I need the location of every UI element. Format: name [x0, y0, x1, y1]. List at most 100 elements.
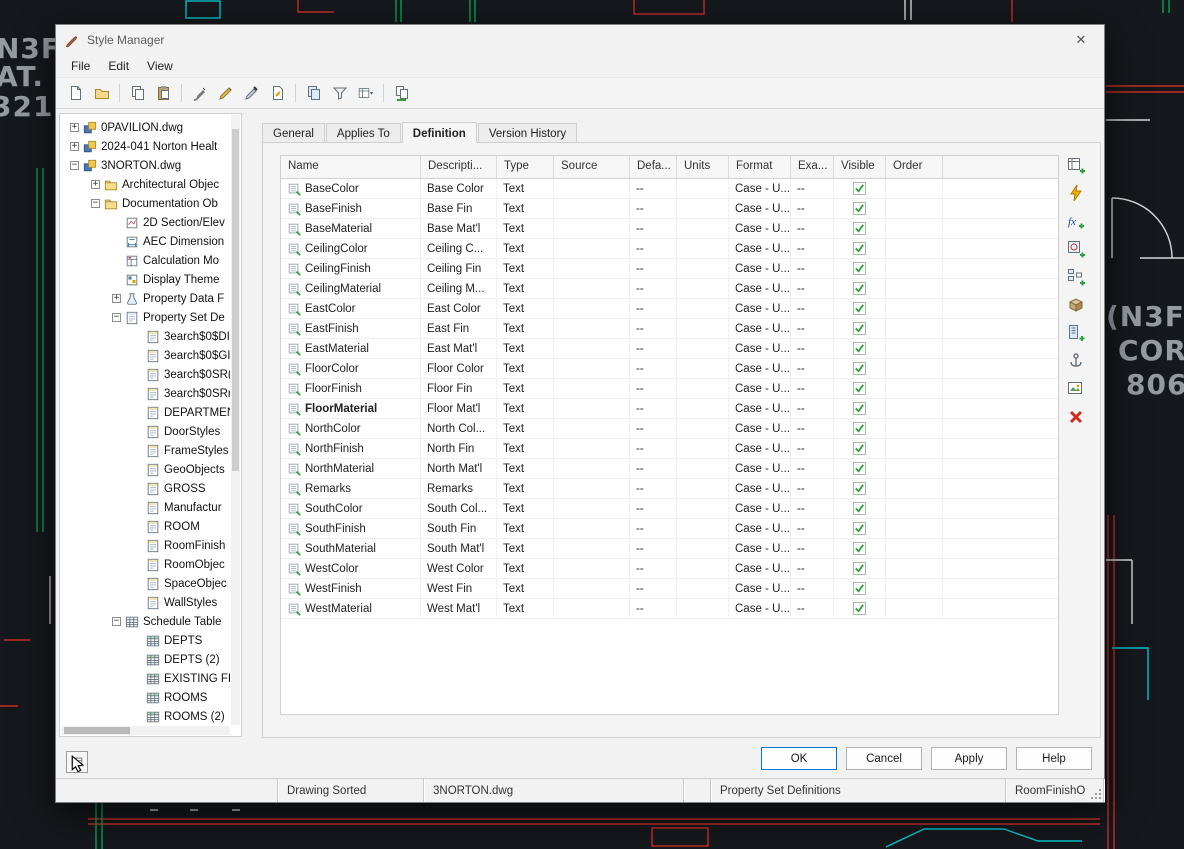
visible-checkbox[interactable]: [853, 342, 866, 355]
table-row[interactable]: SouthMaterial South Mat'l Text -- Case - U..…: [281, 539, 1058, 559]
menu-edit[interactable]: Edit: [99, 57, 138, 75]
tree-item[interactable]: DEPARTMEN: [62, 403, 230, 422]
visible-checkbox[interactable]: [853, 602, 866, 615]
tree-item[interactable]: Calculation Mo: [62, 251, 230, 270]
table-row[interactable]: NorthColor North Col... Text -- Case - U... -…: [281, 419, 1058, 439]
column-header[interactable]: Type: [497, 156, 554, 178]
tree-item[interactable]: DoorStyles: [62, 422, 230, 441]
tree-item[interactable]: ROOMS: [62, 688, 230, 707]
tree-item[interactable]: − Property Set De: [62, 308, 230, 327]
menu-view[interactable]: View: [138, 57, 182, 75]
table-row[interactable]: NorthFinish North Fin Text -- Case - U... --: [281, 439, 1058, 459]
visible-checkbox[interactable]: [853, 362, 866, 375]
editstyle-button[interactable]: [188, 82, 211, 105]
tree-item[interactable]: GROSS: [62, 479, 230, 498]
opendwg-button[interactable]: [90, 82, 113, 105]
visible-checkbox[interactable]: [853, 522, 866, 535]
remove-property-button[interactable]: [1064, 405, 1088, 428]
listview-button[interactable]: [354, 82, 377, 105]
visible-checkbox[interactable]: [853, 442, 866, 455]
visible-checkbox[interactable]: [853, 562, 866, 575]
expand-toggle[interactable]: +: [91, 180, 100, 189]
tab-applies-to[interactable]: Applies To: [325, 123, 401, 143]
ok-button[interactable]: OK: [761, 747, 837, 770]
newstyle-button[interactable]: [214, 82, 237, 105]
tree-horizontal-scrollbar[interactable]: [61, 726, 230, 735]
tree-item[interactable]: 3earch$0$GI: [62, 346, 230, 365]
tree-item[interactable]: EXISTING FII: [62, 669, 230, 688]
add-formula-property-button[interactable]: fx: [1064, 209, 1088, 232]
add-project-property-button[interactable]: [1064, 321, 1088, 344]
table-row[interactable]: BaseColor Base Color Text -- Case - U... --: [281, 179, 1058, 199]
table-row[interactable]: BaseFinish Base Fin Text -- Case - U... --: [281, 199, 1058, 219]
table-row[interactable]: SouthFinish South Fin Text -- Case - U... --: [281, 519, 1058, 539]
menu-file[interactable]: File: [62, 57, 99, 75]
collapse-toggle[interactable]: −: [91, 199, 100, 208]
visible-checkbox[interactable]: [853, 462, 866, 475]
tree-vertical-scrollbar[interactable]: [231, 115, 240, 725]
table-row[interactable]: CeilingColor Ceiling C... Text -- Case - U..…: [281, 239, 1058, 259]
table-row[interactable]: SouthColor South Col... Text -- Case - U... -…: [281, 499, 1058, 519]
tab-version-history[interactable]: Version History: [477, 123, 578, 143]
column-header[interactable]: Source: [554, 156, 630, 178]
tree-item[interactable]: − Documentation Ob: [62, 194, 230, 213]
tree-item[interactable]: 3earch$0$DI: [62, 327, 230, 346]
tree-item[interactable]: 3earch$0SRr: [62, 384, 230, 403]
add-graphic-property-button[interactable]: [1064, 377, 1088, 400]
collapse-toggle[interactable]: −: [112, 313, 121, 322]
tree-item[interactable]: 2D Section/Elev: [62, 213, 230, 232]
tree-item[interactable]: RoomFinish: [62, 536, 230, 555]
tree-item[interactable]: Display Theme: [62, 270, 230, 289]
table-row[interactable]: EastMaterial East Mat'l Text -- Case - U... -…: [281, 339, 1058, 359]
visible-checkbox[interactable]: [853, 242, 866, 255]
table-row[interactable]: CeilingFinish Ceiling Fin Text -- Case - U..…: [281, 259, 1058, 279]
collapse-toggle[interactable]: −: [70, 161, 79, 170]
help-button[interactable]: Help: [1016, 747, 1092, 770]
visible-checkbox[interactable]: [853, 382, 866, 395]
visible-checkbox[interactable]: [853, 322, 866, 335]
tab-definition[interactable]: Definition: [401, 122, 477, 143]
tree-item[interactable]: +2024-041 Norton Healt: [62, 137, 230, 156]
visible-checkbox[interactable]: [853, 542, 866, 555]
apply-button[interactable]: Apply: [931, 747, 1007, 770]
tree-item[interactable]: 3earch$0SR(: [62, 365, 230, 384]
newdwg-button[interactable]: [64, 82, 87, 105]
tree-item[interactable]: DEPTS: [62, 631, 230, 650]
scrollbar-thumb[interactable]: [64, 727, 130, 734]
visible-checkbox[interactable]: [853, 422, 866, 435]
tree-item[interactable]: SpaceObjec: [62, 574, 230, 593]
visible-checkbox[interactable]: [853, 302, 866, 315]
visible-checkbox[interactable]: [853, 262, 866, 275]
tree-item[interactable]: + Architectural Objec: [62, 175, 230, 194]
sync-button[interactable]: [390, 82, 413, 105]
scrollbar-thumb[interactable]: [232, 129, 239, 471]
tree-item[interactable]: +0PAVILION.dwg: [62, 118, 230, 137]
tree-item[interactable]: RoomObjec: [62, 555, 230, 574]
tree-item[interactable]: WallStyles: [62, 593, 230, 612]
tree-item[interactable]: + Property Data F: [62, 289, 230, 308]
paste-button[interactable]: [152, 82, 175, 105]
tree-item[interactable]: − 3NORTON.dwg: [62, 156, 230, 175]
expand-toggle[interactable]: +: [70, 142, 79, 151]
visible-checkbox[interactable]: [853, 502, 866, 515]
table-row[interactable]: Remarks Remarks Text -- Case - U... --: [281, 479, 1058, 499]
table-row[interactable]: BaseMaterial Base Mat'l Text -- Case - U... -…: [281, 219, 1058, 239]
expand-toggle[interactable]: +: [112, 294, 121, 303]
table-row[interactable]: WestMaterial West Mat'l Text -- Case - U... -…: [281, 599, 1058, 619]
add-automatic-property-button[interactable]: [1064, 181, 1088, 204]
setfrom-button[interactable]: [240, 82, 263, 105]
table-row[interactable]: CeilingMaterial Ceiling M... Text -- Case - …: [281, 279, 1058, 299]
copystyles-button[interactable]: [302, 82, 325, 105]
cancel-button[interactable]: Cancel: [846, 747, 922, 770]
collapse-toggle[interactable]: −: [112, 617, 121, 626]
expand-toggle[interactable]: +: [70, 123, 79, 132]
column-header[interactable]: Units: [677, 156, 729, 178]
table-row[interactable]: EastFinish East Fin Text -- Case - U... --: [281, 319, 1058, 339]
filter-button[interactable]: [328, 82, 351, 105]
tree-item[interactable]: DEPTS (2): [62, 650, 230, 669]
tree-item[interactable]: − Schedule Table: [62, 612, 230, 631]
column-header[interactable]: Defa...: [630, 156, 677, 178]
table-row[interactable]: NorthMaterial North Mat'l Text -- Case - U..…: [281, 459, 1058, 479]
table-row[interactable]: WestFinish West Fin Text -- Case - U... --: [281, 579, 1058, 599]
visible-checkbox[interactable]: [853, 202, 866, 215]
